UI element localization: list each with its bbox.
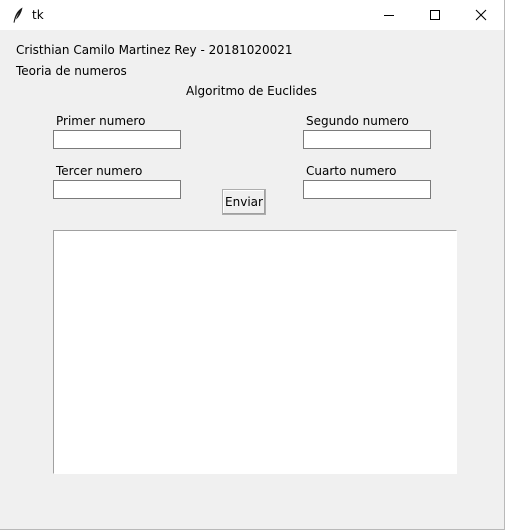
title-bar[interactable]: tk: [0, 0, 504, 30]
second-number-input[interactable]: [303, 130, 431, 149]
feather-icon: [12, 7, 24, 23]
course-label: Teoria de numeros: [16, 64, 127, 78]
fourth-number-label: Cuarto numero: [306, 164, 397, 178]
maximize-icon: [430, 10, 440, 20]
close-icon: [475, 9, 487, 21]
minimize-icon: [384, 15, 394, 16]
output-textarea[interactable]: [53, 230, 457, 474]
app-window: tk Cristhian Camilo Martinez Rey - 20181…: [0, 0, 505, 530]
third-number-label: Tercer numero: [56, 164, 143, 178]
minimize-button[interactable]: [366, 0, 412, 30]
second-number-label: Segundo numero: [306, 114, 409, 128]
fourth-number-input[interactable]: [303, 180, 431, 199]
first-number-label: Primer numero: [56, 114, 146, 128]
algorithm-title: Algoritmo de Euclides: [186, 84, 317, 98]
first-number-input[interactable]: [53, 130, 181, 149]
submit-button[interactable]: Enviar: [222, 189, 266, 215]
close-button[interactable]: [458, 0, 504, 30]
author-label: Cristhian Camilo Martinez Rey - 20181020…: [16, 43, 293, 57]
maximize-button[interactable]: [412, 0, 458, 30]
third-number-input[interactable]: [53, 180, 181, 199]
window-title: tk: [32, 8, 44, 22]
